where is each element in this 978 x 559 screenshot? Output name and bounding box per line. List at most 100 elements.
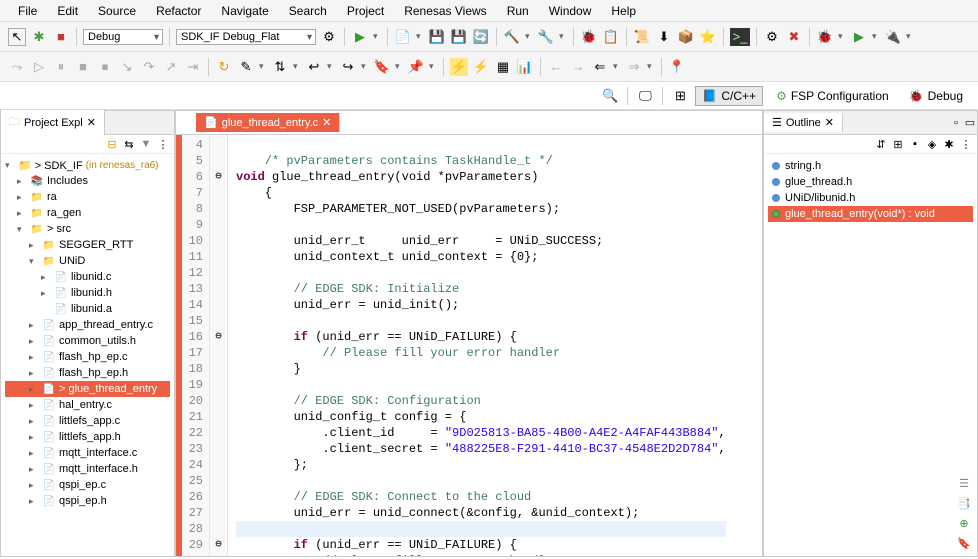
menu-run[interactable]: Run xyxy=(497,2,539,19)
menu-edit[interactable]: Edit xyxy=(47,2,88,19)
pin-icon[interactable]: 📍 xyxy=(668,58,686,76)
search-icon[interactable]: 🔍 xyxy=(601,87,619,105)
menu-renesas-views[interactable]: Renesas Views xyxy=(394,2,497,19)
tree-item[interactable]: ▸📄libunid.h xyxy=(5,285,170,301)
project-tree[interactable]: ▾📁 > SDK_IF (in renesas_ra6) ▸📚Includes▸… xyxy=(1,154,174,513)
build-icon[interactable]: 🔨 xyxy=(503,28,521,46)
sort-icon[interactable]: ⇅ xyxy=(271,58,289,76)
tree-item[interactable]: ▸📄app_thread_entry.c xyxy=(5,317,170,333)
stop-icon[interactable]: ■ xyxy=(52,28,70,46)
menu-source[interactable]: Source xyxy=(88,2,146,19)
tree-item[interactable]: ▾📁UNiD xyxy=(5,253,170,269)
tree-item[interactable]: ▸📄hal_entry.c xyxy=(5,397,170,413)
tree-item[interactable]: ▸📄littlefs_app.h xyxy=(5,429,170,445)
project-explorer-tab[interactable]: 🗀 Project Expl ✕ xyxy=(1,110,105,135)
app-icon[interactable]: 📋 xyxy=(602,28,620,46)
open-persp-icon[interactable]: ⊞ xyxy=(671,87,689,105)
menu-refactor[interactable]: Refactor xyxy=(146,2,211,19)
menu-navigate[interactable]: Navigate xyxy=(211,2,278,19)
tree-item[interactable]: ▸📄libunid.c xyxy=(5,269,170,285)
package-icon[interactable]: 📦 xyxy=(677,28,695,46)
launch-combo[interactable]: SDK_IF Debug_Flat xyxy=(176,29,316,45)
download-icon[interactable]: ⬇ xyxy=(655,28,673,46)
tree-item[interactable]: ▸📄qspi_ep.h xyxy=(5,493,170,509)
outline-item[interactable]: glue_thread.h xyxy=(768,174,973,190)
menu2-icon[interactable]: ⋮ xyxy=(959,137,973,151)
fwd2-icon[interactable]: → xyxy=(569,58,587,76)
console-icon[interactable]: 🖵 xyxy=(636,87,654,105)
menu-icon[interactable]: ⋮ xyxy=(156,137,170,151)
disconnect-icon[interactable]: ⏹ xyxy=(96,58,114,76)
tree-item[interactable]: ▸📄mqtt_interface.c xyxy=(5,445,170,461)
link-icon[interactable]: ⇆ xyxy=(122,137,136,151)
code-text[interactable]: /* pvParameters contains TaskHandle_t */… xyxy=(228,135,734,556)
menu-search[interactable]: Search xyxy=(279,2,337,19)
menu-project[interactable]: Project xyxy=(337,2,394,19)
new-icon[interactable]: 📄 xyxy=(394,28,412,46)
perspective-fsp[interactable]: ⚙FSP Configuration xyxy=(769,86,896,106)
bug2-icon[interactable]: 🐞 xyxy=(816,28,834,46)
next-icon[interactable]: ↪ xyxy=(339,58,357,76)
perspective-cpp[interactable]: 📘C/C++ xyxy=(695,86,763,106)
group-icon[interactable]: ◈ xyxy=(925,137,939,151)
tree-item[interactable]: ▸📁ra_gen xyxy=(5,205,170,221)
tree-item[interactable]: ▸📄littlefs_app.c xyxy=(5,413,170,429)
side-icon-2[interactable]: 📑 xyxy=(957,496,971,510)
tree-item[interactable]: ▸📄> glue_thread_entry xyxy=(5,381,170,397)
script-icon[interactable]: 📜 xyxy=(633,28,651,46)
side-icon-3[interactable]: ⊕ xyxy=(957,516,971,530)
back2-icon[interactable]: ← xyxy=(547,58,565,76)
tool-icon[interactable]: ✖ xyxy=(785,28,803,46)
refresh-icon[interactable]: 🔄 xyxy=(472,28,490,46)
outline-tab[interactable]: ☰ Outline ✕ xyxy=(764,113,843,132)
restart-icon[interactable]: ↻ xyxy=(215,58,233,76)
close-icon[interactable]: ✕ xyxy=(825,116,834,129)
max-icon[interactable]: ▭ xyxy=(963,116,977,130)
back3-icon[interactable]: ⇐ xyxy=(591,58,609,76)
mark-icon[interactable]: 📌 xyxy=(407,58,425,76)
filter-icon[interactable]: ▼ xyxy=(139,137,153,151)
wrench-icon[interactable]: 🔧 xyxy=(537,28,555,46)
stop2-icon[interactable]: ■ xyxy=(74,58,92,76)
tree-item[interactable]: ▸📄flash_hp_ep.h xyxy=(5,365,170,381)
tree-item[interactable]: ▸📄mqtt_interface.h xyxy=(5,461,170,477)
run2-icon[interactable]: ▶ xyxy=(850,28,868,46)
saveall-icon[interactable]: 💾 xyxy=(450,28,468,46)
side-icon-1[interactable]: ☰ xyxy=(957,476,971,490)
flash1-icon[interactable]: ⚡ xyxy=(450,58,468,76)
prev-icon[interactable]: ↩ xyxy=(305,58,323,76)
stepover-icon[interactable]: ↷ xyxy=(140,58,158,76)
editor-tab[interactable]: 📄 glue_thread_entry.c ✕ xyxy=(196,113,340,132)
tree-item[interactable]: ▸📄common_utils.h xyxy=(5,333,170,349)
tree-item[interactable]: 📄libunid.a xyxy=(5,301,170,317)
tree-item[interactable]: ▸📄qspi_ep.c xyxy=(5,477,170,493)
config-combo[interactable]: Debug xyxy=(83,29,163,45)
close-icon[interactable]: ✕ xyxy=(322,116,331,129)
debug-icon[interactable]: 🐞 xyxy=(580,28,598,46)
gear-icon[interactable]: ⚙ xyxy=(320,28,338,46)
fwd3-icon[interactable]: ⇒ xyxy=(625,58,643,76)
tree-item[interactable]: ▸📁SEGGER_RTT xyxy=(5,237,170,253)
tree-item[interactable]: ▸📁ra xyxy=(5,189,170,205)
sort-icon[interactable]: ⇵ xyxy=(874,137,888,151)
bug-icon[interactable]: ✱ xyxy=(30,28,48,46)
trace-icon[interactable]: 📊 xyxy=(516,58,534,76)
side-icon-4[interactable]: 🔖 xyxy=(957,536,971,550)
outline-item[interactable]: string.h xyxy=(768,158,973,174)
star-icon[interactable]: ⭐ xyxy=(699,28,717,46)
fold-gutter[interactable]: ⊖ ⊖ ⊖ xyxy=(210,135,228,556)
outline-item[interactable]: glue_thread_entry(void*) : void xyxy=(768,206,973,222)
pause-icon[interactable]: ⏸ xyxy=(52,58,70,76)
close-icon[interactable]: ✕ xyxy=(87,116,96,129)
menu-help[interactable]: Help xyxy=(601,2,646,19)
menu-file[interactable]: File xyxy=(8,2,47,19)
instr-icon[interactable]: ⇥ xyxy=(184,58,202,76)
min-icon[interactable]: ▫ xyxy=(949,116,963,130)
ext-icon[interactable]: 🔌 xyxy=(884,28,902,46)
mem-icon[interactable]: ▦ xyxy=(494,58,512,76)
resume2-icon[interactable]: ▷ xyxy=(30,58,48,76)
perspective-debug[interactable]: 🐞Debug xyxy=(902,86,970,106)
bookmark-icon[interactable]: 🔖 xyxy=(373,58,391,76)
skip-icon[interactable]: ⤳ xyxy=(8,58,26,76)
run-icon[interactable]: ▶ xyxy=(351,28,369,46)
